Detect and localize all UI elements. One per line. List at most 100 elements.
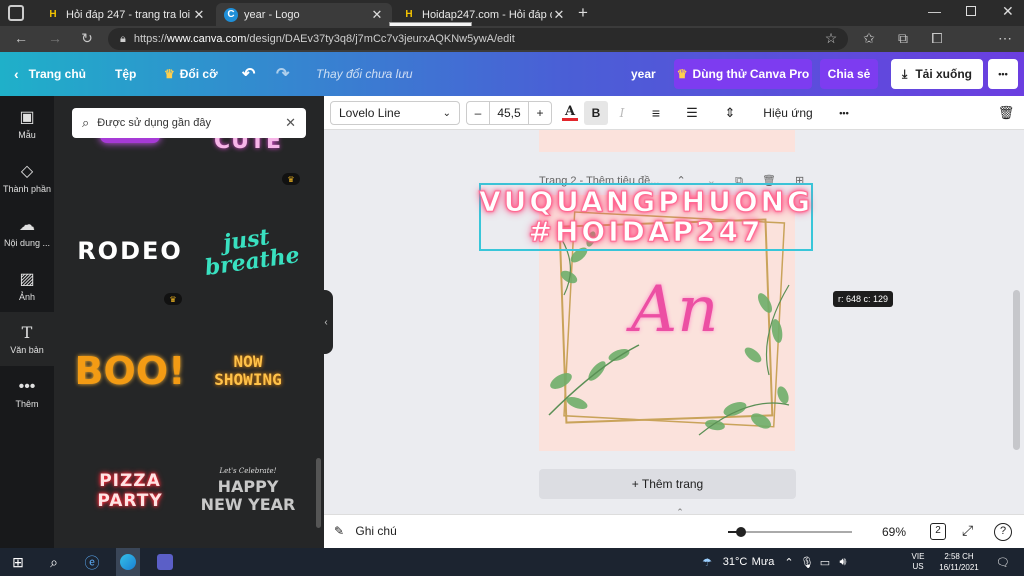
collapse-panel-button[interactable]: ‹ — [319, 290, 333, 354]
back-icon[interactable]: ← — [12, 30, 30, 46]
url-host: www.canva.com — [166, 33, 247, 45]
photo-icon: ▨ — [19, 270, 35, 288]
edge-icon[interactable] — [116, 548, 140, 576]
rail-item-templates[interactable]: ▣ Mẫu — [0, 96, 54, 150]
download-button[interactable]: ⤓ Tải xuống — [891, 59, 983, 89]
extensions-icon[interactable]: ⧠ — [928, 30, 946, 47]
url-prefix: https:// — [133, 33, 167, 45]
chevron-left-icon: ‹ — [324, 316, 328, 328]
tab-canva[interactable]: C year - Logo ✕ — [216, 3, 392, 26]
sticker-rodeo[interactable]: RODEO — [70, 216, 190, 286]
search-icon[interactable]: ⌕ — [44, 548, 64, 576]
sticker-boo[interactable]: BOO! — [70, 336, 190, 406]
home-link[interactable]: ‹ Trang chủ — [14, 52, 86, 96]
clear-search-icon[interactable]: ✕ — [285, 115, 296, 131]
notifications-icon[interactable]: 🗨︎ — [994, 548, 1012, 576]
tab-actions-icon[interactable] — [8, 5, 24, 21]
microphone-icon[interactable]: 🎙︎ — [800, 548, 814, 576]
try-pro-button[interactable]: ♛ Dùng thử Canva Pro — [674, 59, 812, 89]
italic-button[interactable]: I — [612, 101, 632, 125]
add-page-button[interactable]: + Thêm trang — [539, 469, 796, 499]
zoom-slider-track[interactable] — [728, 531, 852, 533]
weather-condition[interactable]: Mưa — [750, 548, 776, 576]
page-count-button[interactable]: 2 — [930, 523, 946, 540]
file-menu[interactable]: Tệp — [115, 52, 136, 96]
sticker-search-input[interactable]: ⌕ Được sử dụng gần đây ✕ — [72, 108, 306, 138]
weather-temp[interactable]: 31°C — [720, 548, 750, 576]
forward-icon[interactable]: → — [46, 30, 64, 46]
collections-icon[interactable]: ⧉ — [894, 30, 912, 47]
tab-label: Hoidap247.com - Hỏi đáp online — [422, 8, 552, 21]
url-input[interactable]: 🔒︎ https:// www.canva.com /design/DAEv37… — [108, 28, 848, 50]
rail-item-photos[interactable]: ▨ Ảnh — [0, 258, 54, 312]
share-button[interactable]: Chia sẻ — [820, 59, 878, 89]
network-icon[interactable]: ▭ — [818, 548, 832, 576]
tab-hoidap-1[interactable]: H Hỏi đáp 247 - trang tra loi ✕ — [38, 3, 214, 26]
toolbar-more-button[interactable]: ••• — [832, 101, 856, 125]
volume-icon[interactable]: 🔊︎ — [836, 548, 850, 576]
decrease-size-button[interactable]: – — [467, 106, 489, 120]
script-text[interactable]: An — [631, 273, 718, 347]
selected-text-box[interactable]: VUQUANGPHUONG #HOIDAP247 — [478, 183, 813, 251]
increase-size-button[interactable]: + — [529, 106, 551, 120]
redo-icon[interactable]: ↷ — [276, 52, 289, 96]
help-button[interactable]: ? — [994, 523, 1012, 541]
rail-item-more[interactable]: ••• Thêm — [0, 366, 54, 420]
keyboard-language[interactable]: VIE US — [908, 548, 928, 576]
font-size-stepper[interactable]: – 45,5 + — [466, 101, 552, 125]
close-tab-icon[interactable]: ✕ — [370, 7, 384, 23]
align-center-icon[interactable]: ≡ — [646, 101, 666, 125]
font-size-value[interactable]: 45,5 — [489, 102, 529, 124]
teams-icon[interactable] — [154, 548, 176, 576]
font-family-select[interactable]: Lovelo Line ⌄ — [330, 101, 460, 125]
undo-icon[interactable]: ↶ — [242, 52, 255, 96]
new-tab-icon[interactable]: + — [578, 3, 588, 23]
pro-crown-icon: ♛ — [282, 173, 300, 185]
color-swatch — [562, 118, 578, 121]
close-tab-icon[interactable]: ✕ — [552, 7, 566, 23]
more-options-button[interactable]: ••• — [988, 59, 1018, 89]
spacing-icon[interactable]: ⇕ — [720, 101, 740, 125]
clock[interactable]: 2:58 CH 16/11/2021 — [934, 548, 984, 576]
weather-icon: ☂ — [702, 556, 712, 569]
restore-icon[interactable] — [966, 6, 976, 16]
bold-button[interactable]: B — [584, 101, 608, 125]
rail-item-text[interactable]: T Văn bản — [0, 312, 54, 366]
sticker-text: NOW SHOWING — [214, 352, 282, 389]
ie-icon[interactable]: ⓔ — [82, 548, 102, 576]
favorites-icon[interactable]: ✩ — [860, 30, 878, 47]
browser-menu-icon[interactable]: ⋯ — [996, 30, 1014, 47]
trash-icon[interactable]: 🗑︎ — [996, 101, 1016, 125]
resize-menu[interactable]: ♛ Đổi cỡ — [164, 52, 218, 96]
sticker-pizza-party[interactable]: PIZZA PARTY — [70, 456, 190, 526]
rail-item-elements[interactable]: ◇ Thành phần — [0, 150, 54, 204]
zoom-value[interactable]: 69% — [882, 525, 906, 539]
chevron-down-icon: ⌄ — [442, 107, 451, 119]
favorite-star-icon[interactable]: ☆ — [822, 30, 840, 47]
tray-chevron-up-icon[interactable]: ⌃ — [782, 548, 796, 576]
close-window-icon[interactable]: ✕ — [1002, 3, 1014, 20]
effects-button[interactable]: Hiệu ứng — [758, 101, 818, 125]
windows-start-icon[interactable]: ⊞ — [8, 548, 28, 576]
rail-item-uploads[interactable]: ☁ Nội dung ... — [0, 204, 54, 258]
minimize-icon[interactable]: — — [928, 4, 941, 19]
chevron-left-icon: ‹ — [14, 66, 19, 82]
editor-scrollbar[interactable] — [1013, 290, 1020, 450]
refresh-icon[interactable]: ↻ — [78, 30, 96, 47]
panel-scrollbar[interactable] — [316, 458, 321, 528]
sticker-just-breathe[interactable]: just breathe — [188, 216, 308, 286]
text-color-button[interactable]: A — [560, 101, 580, 125]
template-icon: ▣ — [19, 108, 35, 126]
pro-crown-icon: ♛ — [164, 293, 182, 305]
close-tab-icon[interactable]: ✕ — [192, 7, 206, 23]
list-icon[interactable]: ☰ — [682, 101, 702, 125]
zoom-slider-handle[interactable] — [736, 527, 746, 537]
sticker-now-showing[interactable]: NOW SHOWING — [188, 336, 308, 406]
fullscreen-icon[interactable]: ⤢ — [962, 522, 973, 539]
sticker-text: RODEO — [77, 237, 183, 265]
resize-label: Đổi cỡ — [179, 67, 218, 81]
notes-button[interactable]: ✎ Ghi chú — [334, 524, 397, 538]
upload-icon: ☁ — [19, 216, 35, 234]
sticker-happy-new-year[interactable]: Let's Celebrate! HAPPY NEW YEAR — [188, 456, 308, 526]
document-title[interactable]: year — [631, 52, 656, 96]
